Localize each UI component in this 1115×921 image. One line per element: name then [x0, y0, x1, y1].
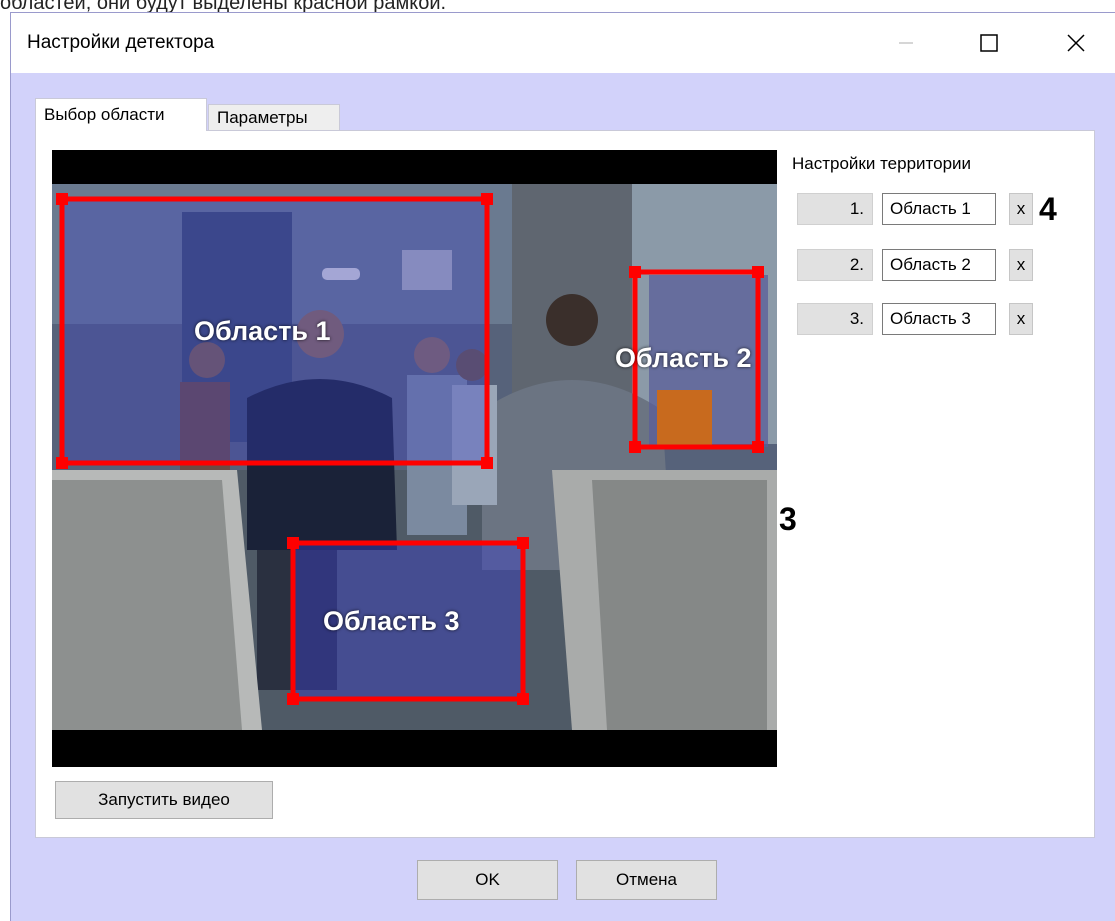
tab-area-selection-label: Выбор области: [44, 105, 165, 124]
minimize-icon: [899, 42, 913, 44]
ok-button[interactable]: OK: [417, 860, 558, 900]
close-icon: [1067, 34, 1085, 52]
territory-row-3-number: 3.: [849, 309, 864, 328]
territory-row-2-select[interactable]: 2.: [797, 249, 873, 281]
tab-parameters[interactable]: Параметры: [208, 104, 340, 131]
callout-3: 3: [779, 501, 797, 537]
minimize-button[interactable]: [886, 23, 926, 63]
territory-row-2-delete-button[interactable]: x: [1009, 249, 1033, 281]
territory-row-3-name: Область 3: [890, 309, 971, 328]
territory-row-1-delete-button[interactable]: x: [1009, 193, 1033, 225]
territory-row-3-delete-button[interactable]: x: [1009, 303, 1033, 335]
ok-label: OK: [475, 870, 500, 889]
territory-row-1-select[interactable]: 1.: [797, 193, 873, 225]
region-1-label: Область 1: [194, 316, 331, 346]
start-video-label: Запустить видео: [98, 790, 230, 809]
start-video-button[interactable]: Запустить видео: [55, 781, 273, 819]
delete-icon: x: [1016, 255, 1026, 274]
maximize-icon: [980, 34, 998, 52]
territory-row-3-select[interactable]: 3.: [797, 303, 873, 335]
territory-settings-title: Настройки территории: [792, 154, 972, 173]
territory-row-1-name-field[interactable]: Область 1: [882, 193, 996, 225]
territory-row-1-name: Область 1: [890, 199, 971, 218]
region-3-label: Область 3: [323, 606, 460, 636]
delete-icon: x: [1016, 309, 1026, 328]
video-preview[interactable]: Область 1 Область 2 Область 3: [52, 150, 777, 767]
callout-4: 4: [1039, 191, 1057, 227]
cancel-button[interactable]: Отмена: [576, 860, 717, 900]
title-bar: Настройки детектора: [11, 13, 1115, 73]
territory-row-2-name: Область 2: [890, 255, 971, 274]
tab-area-selection[interactable]: Выбор области: [35, 98, 207, 131]
region-2-label: Область 2: [615, 343, 752, 373]
detector-settings-dialog: Настройки детектора Выбор области Параме…: [10, 12, 1115, 921]
maximize-button[interactable]: [969, 23, 1009, 63]
delete-icon: x: [1016, 199, 1026, 218]
close-button[interactable]: [1056, 23, 1096, 63]
tab-parameters-label: Параметры: [217, 107, 308, 127]
territory-row-2-name-field[interactable]: Область 2: [882, 249, 996, 281]
window-title: Настройки детектора: [27, 32, 215, 53]
camera-frame-image: [52, 150, 777, 767]
territory-row-3-name-field[interactable]: Область 3: [882, 303, 996, 335]
territory-row-1-number: 1.: [849, 199, 864, 218]
cancel-label: Отмена: [616, 870, 677, 889]
territory-row-2-number: 2.: [849, 255, 864, 274]
